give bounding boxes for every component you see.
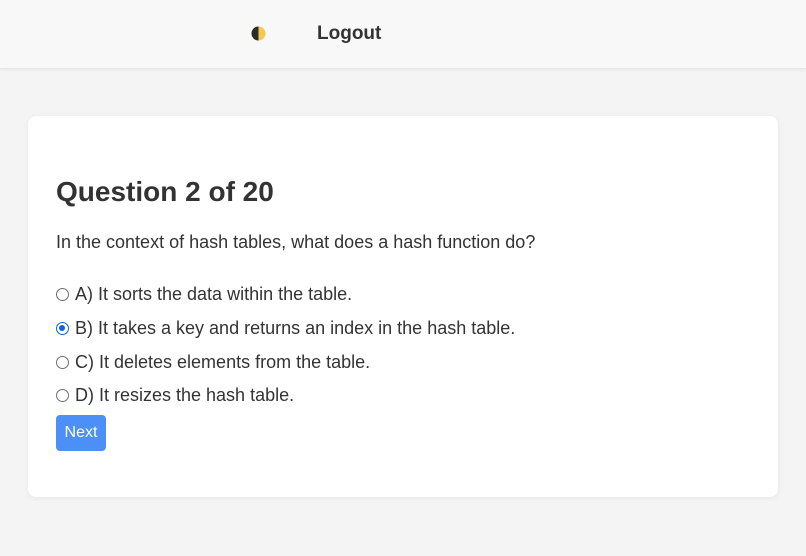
half-moon-icon bbox=[251, 26, 266, 41]
answer-option-c[interactable]: C) It deletes elements from the table. bbox=[56, 345, 515, 379]
radio-button-b[interactable] bbox=[56, 322, 69, 336]
theme-toggle-icon[interactable] bbox=[251, 26, 266, 41]
question-text: In the context of hash tables, what does… bbox=[56, 232, 536, 252]
radio-button-a[interactable] bbox=[56, 288, 69, 302]
answer-option-label: A) It sorts the data within the table. bbox=[75, 284, 353, 305]
answer-option-d[interactable]: D) It resizes the hash table. bbox=[56, 379, 515, 413]
answer-option-label: C) It deletes elements from the table. bbox=[75, 351, 371, 372]
question-counter-title: Question 2 of 20 bbox=[56, 176, 274, 207]
logout-link[interactable]: Logout bbox=[317, 23, 381, 45]
top-nav-bar: Logout bbox=[0, 0, 806, 69]
answer-option-label: B) It takes a key and returns an index i… bbox=[75, 318, 516, 339]
next-button[interactable]: Next bbox=[56, 415, 106, 451]
radio-button-c[interactable] bbox=[56, 355, 69, 369]
question-card: Question 2 of 20 In the context of hash … bbox=[28, 116, 778, 497]
radio-button-d[interactable] bbox=[56, 389, 69, 403]
answer-option-a[interactable]: A) It sorts the data within the table. bbox=[56, 278, 515, 312]
answer-option-b[interactable]: B) It takes a key and returns an index i… bbox=[56, 312, 515, 346]
answer-options-list: A) It sorts the data within the table. B… bbox=[56, 278, 515, 413]
answer-option-label: D) It resizes the hash table. bbox=[75, 385, 295, 406]
